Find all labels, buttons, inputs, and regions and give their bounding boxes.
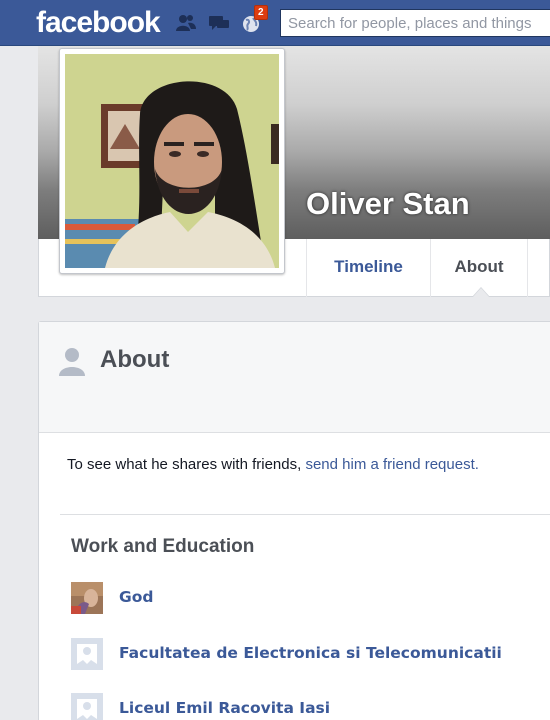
active-tab-caret-inner bbox=[473, 288, 489, 297]
search-input[interactable]: Search for people, places and things bbox=[280, 9, 550, 37]
profile-name[interactable]: Oliver Stan bbox=[306, 186, 470, 222]
work-education-title: Work and Education bbox=[71, 536, 255, 557]
education-item-label[interactable]: Liceul Emil Racovita Iasi bbox=[119, 699, 330, 717]
friend-request-notice: To see what he shares with friends, send… bbox=[67, 456, 479, 473]
page-placeholder-icon bbox=[71, 693, 103, 720]
messages-icon[interactable] bbox=[208, 13, 230, 33]
notice-text: To see what he shares with friends, bbox=[67, 456, 306, 473]
page-placeholder-icon bbox=[71, 638, 103, 670]
send-friend-request-link[interactable]: send him a friend request. bbox=[305, 456, 478, 473]
section-divider bbox=[60, 514, 550, 515]
about-card: About To see what he shares with friends… bbox=[38, 321, 550, 720]
list-item[interactable]: God bbox=[71, 582, 541, 614]
tab-timeline[interactable]: Timeline bbox=[306, 239, 430, 297]
top-bar: facebook 2 Search for people, places and… bbox=[0, 0, 550, 46]
god-page-thumbnail bbox=[71, 582, 103, 614]
education-item-label[interactable]: Facultatea de Electronica si Telecomunic… bbox=[119, 644, 502, 662]
about-card-header: About bbox=[39, 322, 550, 433]
facebook-logo[interactable]: facebook bbox=[36, 6, 161, 40]
person-icon bbox=[59, 348, 85, 376]
profile-picture[interactable] bbox=[59, 48, 285, 274]
list-item[interactable]: Liceul Emil Racovita Iasi bbox=[71, 693, 541, 720]
friend-requests-icon[interactable] bbox=[175, 13, 197, 33]
notification-count-badge: 2 bbox=[254, 5, 268, 20]
profile-photo bbox=[65, 54, 279, 268]
about-title: About bbox=[100, 346, 170, 373]
work-item-label[interactable]: God bbox=[119, 588, 153, 606]
list-item[interactable]: Facultatea de Electronica si Telecomunic… bbox=[71, 638, 541, 670]
